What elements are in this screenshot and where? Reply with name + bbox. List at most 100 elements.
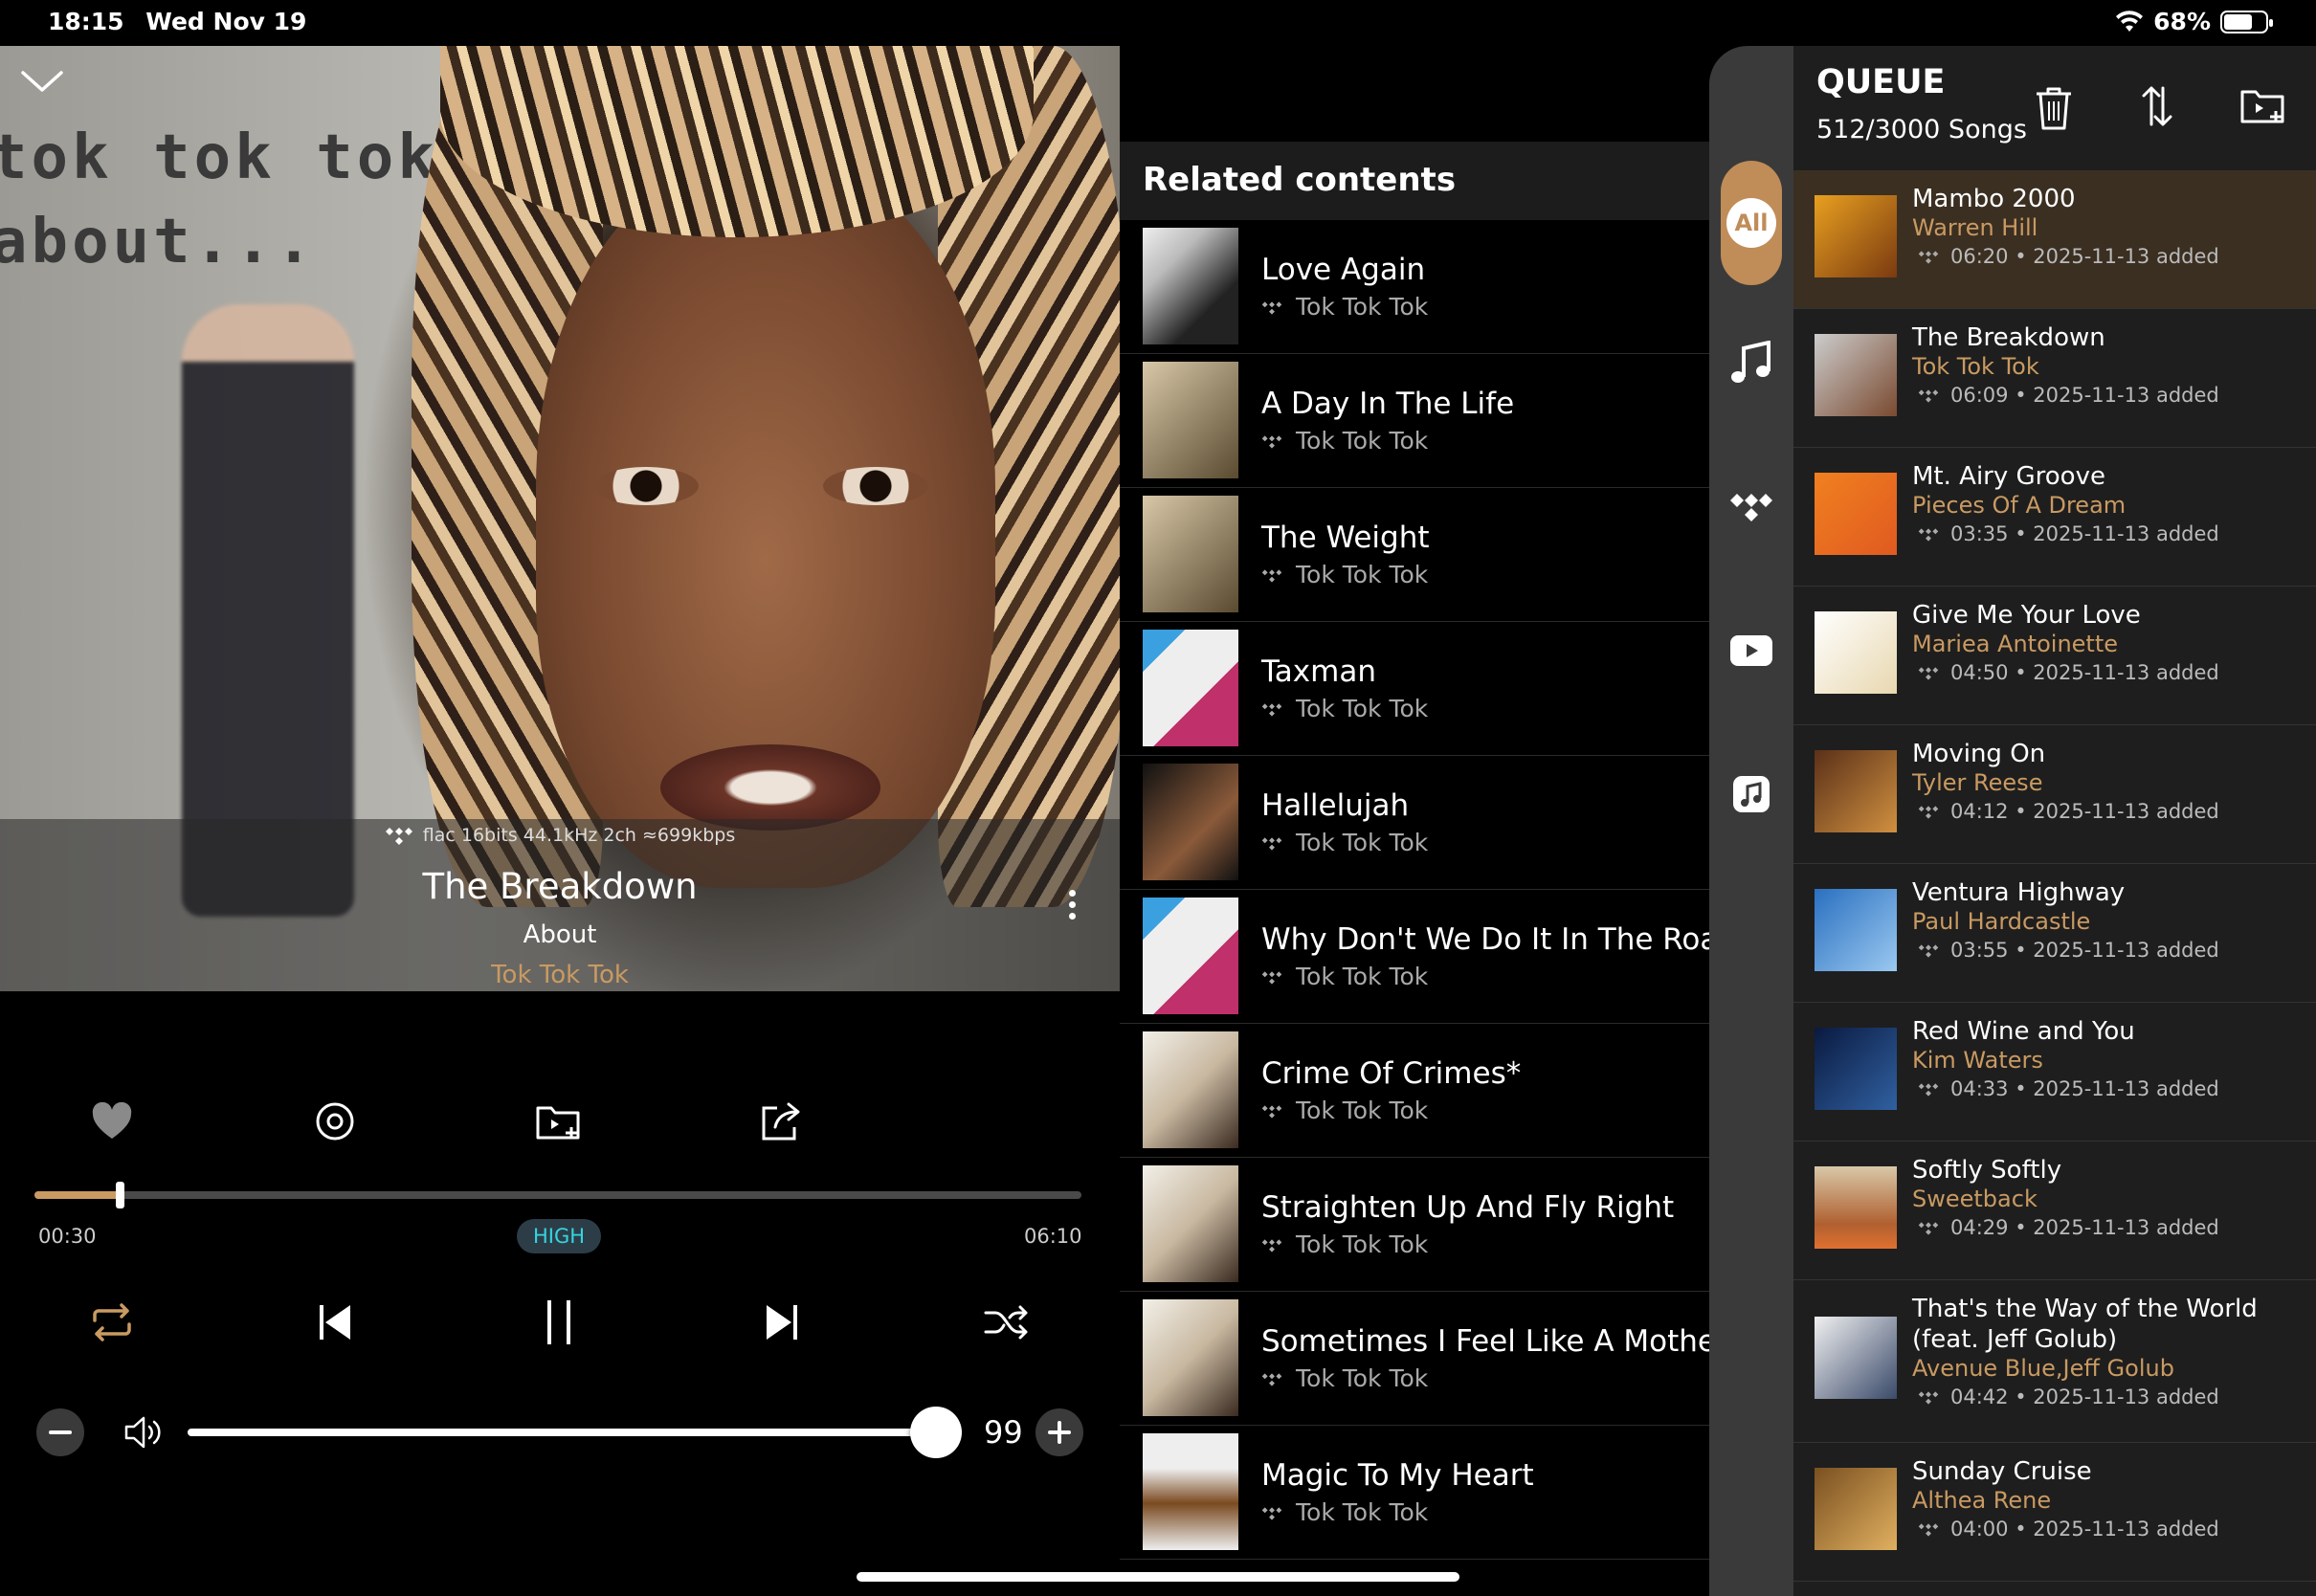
related-item[interactable]: Why Don't We Do It In The Road Tok Tok To… <box>1120 890 1713 1024</box>
related-contents-header: Related contents <box>1120 142 1713 220</box>
share-button[interactable] <box>751 1091 813 1152</box>
previous-button[interactable] <box>304 1292 366 1353</box>
tidal-icon <box>1261 703 1282 717</box>
related-item[interactable]: Hallelujah Tok Tok Tok <box>1120 756 1713 890</box>
repeat-icon <box>93 1303 131 1341</box>
artwork-text-line2: about... <box>0 207 317 277</box>
queue-item-artist: Paul Hardcastle <box>1912 908 2091 935</box>
more-options-icon[interactable] <box>1058 885 1086 928</box>
shuffle-button[interactable] <box>976 1292 1037 1353</box>
source-filter-rail: All <box>1709 46 1793 1596</box>
queue-item-meta: 04:42 • 2025-11-13 added <box>1918 1385 2219 1408</box>
repeat-button[interactable] <box>77 1292 147 1353</box>
album-thumbnail <box>1143 764 1238 880</box>
seek-bar-handle[interactable] <box>115 1182 124 1208</box>
queue-item[interactable]: Sunday Cruise Althea Rene 04:00 • 2025-11-… <box>1793 1443 2316 1582</box>
artwork-text-line1: tok tok tok <box>0 122 438 193</box>
queue-item[interactable]: Mt. Airy Groove Pieces Of A Dream 03:35 • … <box>1793 448 2316 587</box>
quality-badge[interactable]: HIGH <box>517 1219 601 1253</box>
apple-music-icon <box>1733 776 1770 812</box>
related-item[interactable]: Taxman Tok Tok Tok <box>1120 622 1713 756</box>
album-thumbnail <box>1815 750 1897 832</box>
album-thumbnail <box>1815 334 1897 416</box>
queue-item-title: Ventura Highway <box>1912 878 2126 907</box>
queue-item[interactable]: Ventura Highway Paul Hardcastle 03:55 • 20… <box>1793 864 2316 1003</box>
add-to-playlist-button[interactable] <box>528 1091 590 1152</box>
related-item[interactable]: A Day In The Life Tok Tok Tok <box>1120 354 1713 488</box>
queue-item-title: Moving On <box>1912 740 2046 768</box>
filter-all-button[interactable]: All <box>1721 161 1782 285</box>
battery-percent: 68% <box>2153 8 2211 35</box>
filter-youtube-button[interactable] <box>1721 620 1782 681</box>
tidal-icon <box>1918 1391 1939 1405</box>
queue-item-artist: Kim Waters <box>1912 1047 2043 1074</box>
tidal-icon <box>1918 389 1939 403</box>
related-contents-title: Related contents <box>1143 161 1457 199</box>
queue-item-artist: Pieces Of A Dream <box>1912 492 2127 519</box>
trash-icon[interactable] <box>2033 84 2075 132</box>
queue-list: Mambo 2000 Warren Hill 06:20 • 2025-11-13 … <box>1793 170 2316 1596</box>
add-to-playlist-icon <box>536 1106 580 1140</box>
pause-button[interactable] <box>528 1292 590 1353</box>
artwork-eye-left <box>593 467 699 505</box>
music-note-icon <box>1731 341 1770 383</box>
queue-item-meta: 03:35 • 2025-11-13 added <box>1918 522 2219 545</box>
queue-item[interactable]: Softly Softly Sweetback 04:29 • 2025-11-13… <box>1793 1142 2316 1280</box>
home-indicator[interactable] <box>857 1572 1459 1582</box>
album-thumbnail <box>1815 889 1897 971</box>
queue-item[interactable]: Give Me Your Love Mariea Antoinette 04:50 … <box>1793 587 2316 725</box>
queue-item[interactable]: The Breakdown Tok Tok Tok 06:09 • 2025-11-… <box>1793 309 2316 448</box>
album-thumbnail <box>1815 1317 1897 1399</box>
related-item[interactable]: Sometimes I Feel Like A Motherle Tok Tok … <box>1120 1292 1713 1426</box>
tidal-icon <box>1261 301 1282 315</box>
focus-button[interactable] <box>304 1091 366 1152</box>
related-item[interactable]: Straighten Up And Fly Right Tok Tok Tok <box>1120 1158 1713 1292</box>
queue-item[interactable]: Moving On Tyler Reese 04:12 • 2025-11-13 a… <box>1793 725 2316 864</box>
album-thumbnail <box>1143 1433 1238 1550</box>
volume-down-button[interactable] <box>36 1408 84 1456</box>
related-item-artist: Tok Tok Tok <box>1296 1097 1429 1124</box>
queue-item[interactable]: Red Wine and You Kim Waters 04:33 • 2025-1… <box>1793 1003 2316 1142</box>
seek-bar[interactable] <box>34 1182 1081 1208</box>
status-time: 18:15 <box>48 8 124 35</box>
queue-item-artist: Althea Rene <box>1912 1487 2052 1514</box>
album-thumbnail <box>1815 1028 1897 1110</box>
volume-up-button[interactable] <box>1036 1408 1083 1456</box>
related-item[interactable]: The Weight Tok Tok Tok <box>1120 488 1713 622</box>
queue-item-meta: 06:20 • 2025-11-13 added <box>1918 245 2219 268</box>
related-item[interactable]: Love Again Tok Tok Tok <box>1120 220 1713 354</box>
related-item-artist-row: Tok Tok Tok <box>1261 293 1428 321</box>
volume-value: 99 <box>984 1414 1023 1451</box>
related-item[interactable]: Crime Of Crimes* Tok Tok Tok <box>1120 1024 1713 1158</box>
target-icon <box>316 1102 354 1141</box>
chevron-down-icon[interactable] <box>19 67 65 96</box>
queue-item-title: Sunday Cruise <box>1912 1457 2092 1486</box>
related-item-artist: Tok Tok Tok <box>1296 829 1429 856</box>
filter-tidal-button[interactable] <box>1721 477 1782 538</box>
queue-item-duration-added: 03:35 • 2025-11-13 added <box>1950 522 2219 545</box>
track-album[interactable]: About <box>0 920 1120 949</box>
queue-item-duration-added: 04:50 • 2025-11-13 added <box>1950 661 2219 684</box>
save-playlist-icon[interactable] <box>2239 84 2285 128</box>
related-item-artist: Tok Tok Tok <box>1296 963 1429 990</box>
filter-apple-music-button[interactable] <box>1721 764 1782 825</box>
queue-item[interactable]: Mambo 2000 Warren Hill 06:20 • 2025-11-13 … <box>1793 170 2316 309</box>
tidal-icon <box>1261 837 1282 851</box>
related-item[interactable]: Magic To My Heart Tok Tok Tok <box>1120 1426 1713 1560</box>
related-item-artist-row: Tok Tok Tok <box>1261 427 1428 454</box>
queue-title: QUEUE <box>1816 63 1946 101</box>
volume-slider-handle[interactable] <box>910 1407 963 1458</box>
related-item-title: Taxman <box>1261 654 1376 689</box>
album-thumbnail <box>1143 228 1238 344</box>
sort-icon[interactable] <box>2136 82 2178 130</box>
queue-item-title: The Breakdown <box>1912 323 2105 352</box>
tidal-icon <box>1261 569 1282 583</box>
next-button[interactable] <box>751 1292 813 1353</box>
filter-local-music-button[interactable] <box>1721 333 1782 394</box>
track-artist[interactable]: Tok Tok Tok <box>0 961 1120 989</box>
queue-item[interactable]: That's the Way of the World (feat. Jeff … <box>1793 1280 2316 1443</box>
speaker-icon <box>120 1411 167 1453</box>
volume-slider[interactable] <box>188 1429 937 1436</box>
like-button[interactable] <box>81 1091 143 1152</box>
minus-icon <box>49 1430 72 1434</box>
